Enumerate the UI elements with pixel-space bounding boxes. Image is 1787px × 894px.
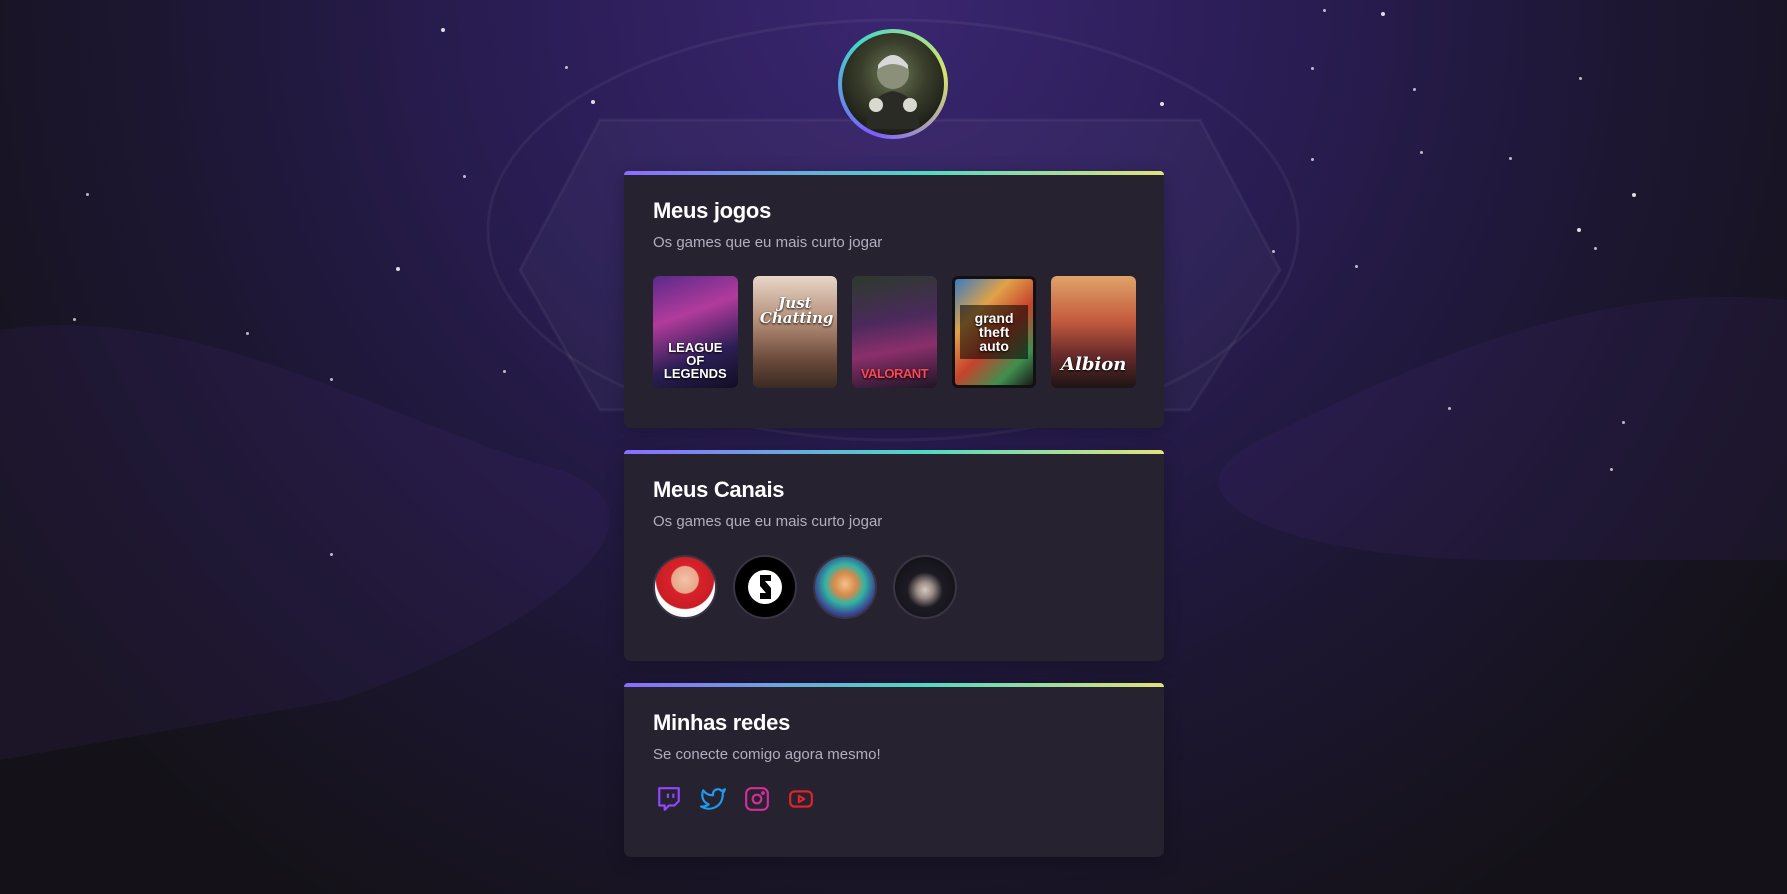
game-label: Just Chatting [759,294,834,327]
games-subtitle: Os games que eu mais curto jogar [653,234,883,251]
channel-avatar-hero[interactable] [813,555,877,619]
social-title: Minhas redes [653,710,791,735]
games-list: LEAGUE OF LEGENDS Just Chatting VALORANT… [653,276,1136,388]
channels-subtitle: Os games que eu mais curto jogar [653,513,883,530]
channel-avatar-logo[interactable] [733,555,797,619]
youtube-icon[interactable] [787,785,815,813]
profile-avatar-portrait [842,33,944,135]
twitter-icon[interactable] [699,785,727,813]
channels-card: Meus Canais Os games que eu mais curto j… [624,450,1164,661]
social-subtitle: Se conecte comigo agora mesmo! [653,746,881,763]
twitch-icon[interactable] [655,785,683,813]
instagram-icon[interactable] [743,785,771,813]
games-card: Meus jogos Os games que eu mais curto jo… [624,171,1164,428]
channel-avatar-dark-hair[interactable] [893,555,957,619]
channels-list [653,555,1136,619]
game-albion-online[interactable]: Albion [1051,276,1136,388]
social-links [653,785,1136,813]
game-label: Albion [1061,354,1127,375]
channel-logo-icon [748,570,782,604]
game-label: grand theft auto [960,305,1029,359]
game-valorant[interactable]: VALORANT [852,276,937,388]
channel-avatar-red-glasses[interactable] [653,555,717,619]
social-card: Minhas redes Se conecte comigo agora mes… [624,683,1164,857]
game-label: LEAGUE OF LEGENDS [663,340,727,381]
profile-avatar [838,29,948,139]
games-title: Meus jogos [653,198,772,223]
game-gta-v[interactable]: grand theft auto [951,276,1037,388]
channels-title: Meus Canais [653,477,785,502]
game-label: VALORANT [860,366,929,381]
game-league-of-legends[interactable]: LEAGUE OF LEGENDS [653,276,738,388]
game-just-chatting[interactable]: Just Chatting [752,276,838,388]
